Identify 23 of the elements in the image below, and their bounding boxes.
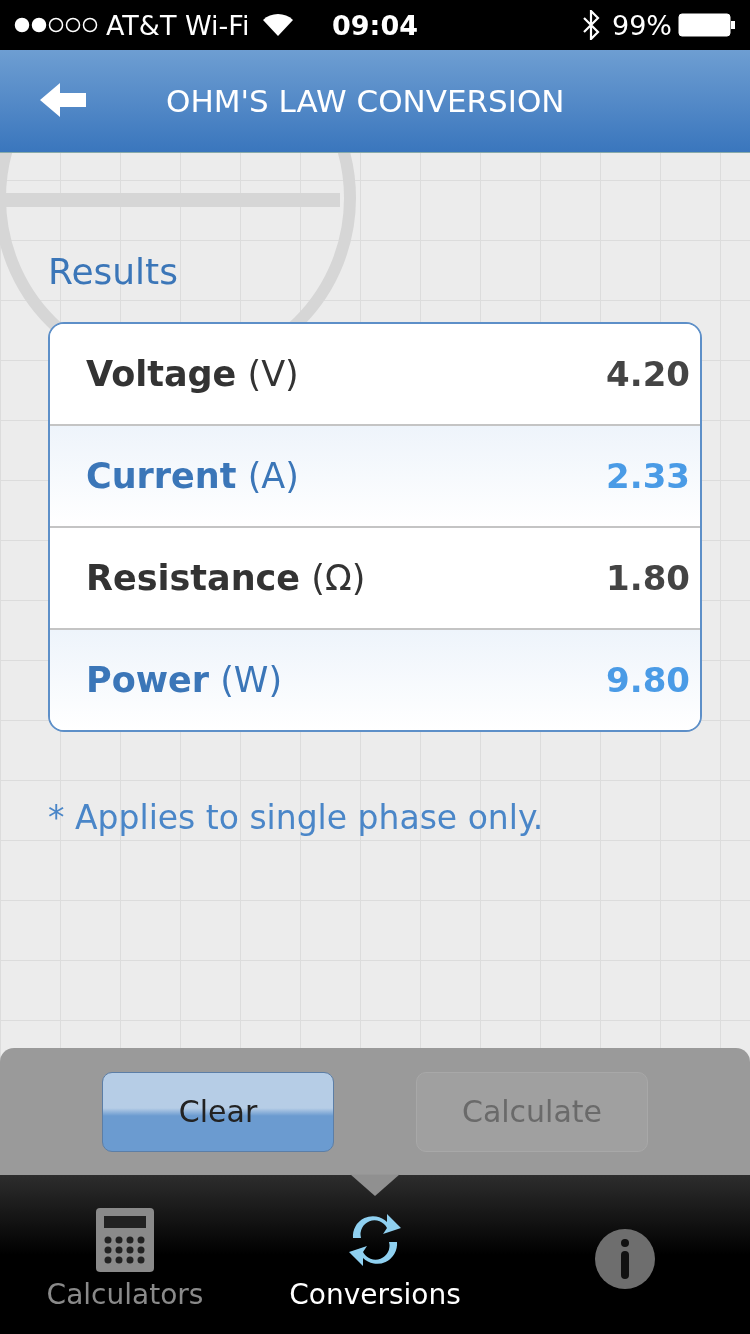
result-value: 9.80: [606, 660, 690, 700]
tab-button[interactable]: Calculators: [0, 1175, 250, 1334]
bluetooth-icon: [582, 10, 600, 40]
calculator-icon: [96, 1207, 154, 1272]
footnote: * Applies to single phase only.: [48, 798, 544, 837]
clear-button[interactable]: Clear: [102, 1071, 334, 1152]
wifi-icon: [263, 14, 294, 36]
result-label: Voltage (V): [86, 354, 299, 394]
signal-icon: [14, 17, 98, 33]
result-value: 4.20: [606, 354, 690, 394]
battery-icon: [678, 13, 736, 37]
result-value: 2.33: [606, 456, 690, 496]
result-value: 1.80: [606, 558, 690, 598]
info-icon: [595, 1229, 655, 1289]
battery-percent: 99%: [612, 9, 672, 41]
screen-title: OHM'S LAW CONVERSION: [166, 83, 565, 119]
carrier-name: AT&T Wi-Fi: [106, 9, 250, 41]
status-time: 09:04: [332, 9, 418, 41]
result-label: Resistance (Ω): [86, 558, 366, 598]
result-label: Power (W): [86, 660, 283, 700]
results-heading: Results: [48, 251, 178, 292]
tab-button[interactable]: Conversions: [250, 1175, 500, 1334]
result-label: Current (A): [86, 456, 299, 496]
